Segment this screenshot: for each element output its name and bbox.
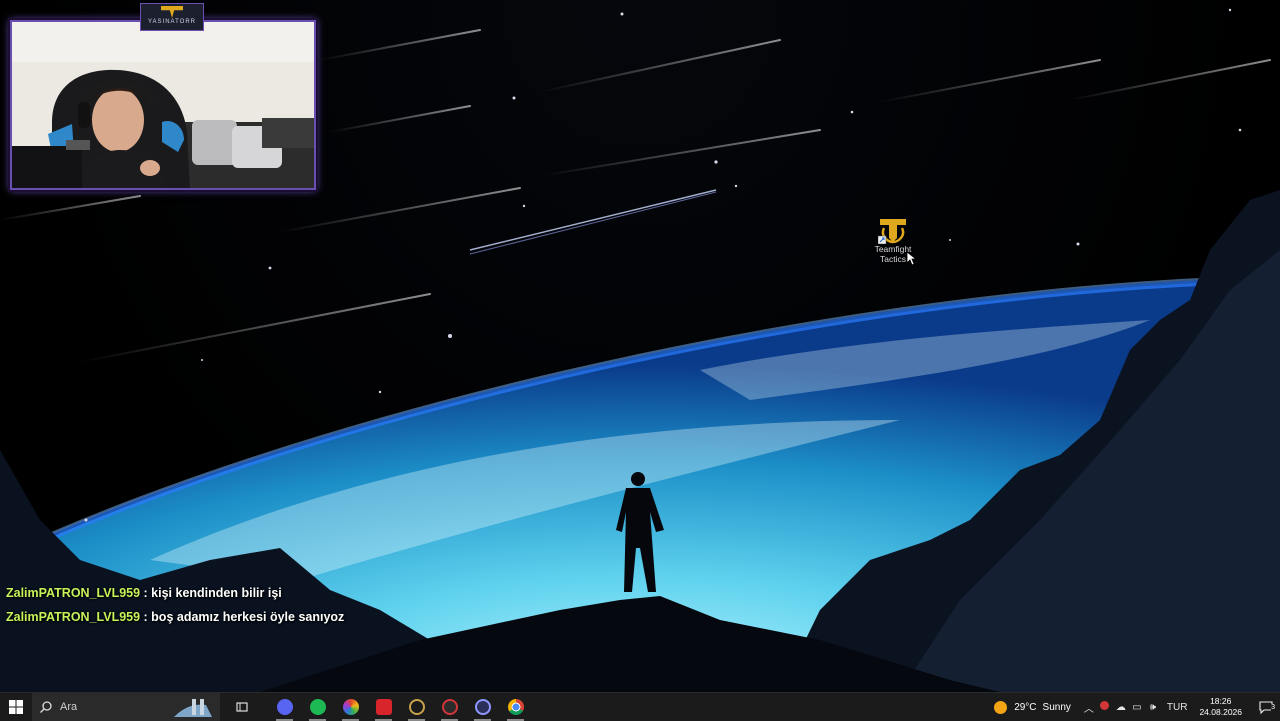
clock-time: 18:26 [1210,696,1232,706]
taskbar-app-discord[interactable] [268,693,301,721]
clock-date: 24.08.2026 [1199,707,1242,717]
steelseries-icon [474,699,491,715]
red-app-icon [375,699,392,715]
clock[interactable]: 18:26 24.08.2026 [1199,696,1242,718]
streamer-badge: YASINATORR [140,3,204,31]
discord-icon [276,699,293,715]
colorful-app-icon [342,699,359,715]
webcam-feed [12,22,314,188]
weather-temp: 29°C [1014,701,1037,713]
windows-logo-icon [9,700,23,714]
taskbar-app-steelseries[interactable] [466,693,499,721]
weather-widget[interactable]: 29°C Sunny [994,700,1071,714]
chat-username: ZalimPATRON_LVL959 [6,586,141,600]
task-view-button[interactable] [228,693,256,721]
chat-message: ZalimPATRON_LVL959 : kişi kendinden bili… [6,586,282,600]
search-placeholder: Ara [60,701,78,713]
task-view-icon [236,702,248,712]
taskbar-app-spotify[interactable] [301,693,334,721]
mouse-cursor-icon [907,252,917,266]
chat-text: boş adamız herkesi öyle sanıyoz [151,610,345,624]
chat-username: ZalimPATRON_LVL959 [6,610,141,624]
sunny-icon [994,700,1008,714]
taskbar: Ara 29°C Sunny ︿ ☁ ▭ 🕪 TUR 18:26 24.08.2… [0,692,1280,721]
taskbar-app-chrome[interactable] [499,693,532,721]
start-button[interactable] [0,693,32,721]
riot-client-icon [441,699,458,715]
taskbar-app-riot-client[interactable] [433,693,466,721]
chrome-icon [507,699,524,715]
search-highlight-icon [174,699,212,717]
weather-condition: Sunny [1042,701,1071,713]
chat-text: kişi kendinden bilir işi [151,586,282,600]
league-of-legends-icon [408,699,425,715]
notification-count: 3 [1271,703,1275,711]
network-icon[interactable]: ▭ [1129,702,1145,713]
desktop: YASINATORR Teamfight Tactics ZalimPATRON… [0,0,1280,692]
streamer-logo-icon [161,6,183,18]
spotify-icon [309,699,326,715]
taskbar-app-colorful[interactable] [334,693,367,721]
search-box[interactable]: Ara [32,693,220,721]
taskbar-app-league-of-legends[interactable] [400,693,433,721]
webcam-overlay [10,20,316,190]
volume-icon[interactable]: 🕪 [1145,702,1161,713]
chat-separator: : [140,610,152,624]
tray-app-icon[interactable] [1097,701,1113,713]
chat-separator: : [140,586,152,600]
streamer-name: YASINATORR [147,19,196,25]
search-icon [40,701,52,713]
chat-message: ZalimPATRON_LVL959 : boş adamız herkesi … [6,610,344,624]
chevron-up-icon[interactable]: ︿ [1081,700,1097,715]
notification-center-button[interactable]: 3 [1252,700,1280,714]
language-indicator[interactable]: TUR [1167,702,1188,713]
taskbar-app-red[interactable] [367,693,400,721]
system-tray: 29°C Sunny ︿ ☁ ▭ 🕪 TUR 18:26 24.08.2026 … [994,693,1280,721]
teamfight-tactics-icon [878,219,906,244]
cloud-icon[interactable]: ☁ [1113,702,1129,713]
